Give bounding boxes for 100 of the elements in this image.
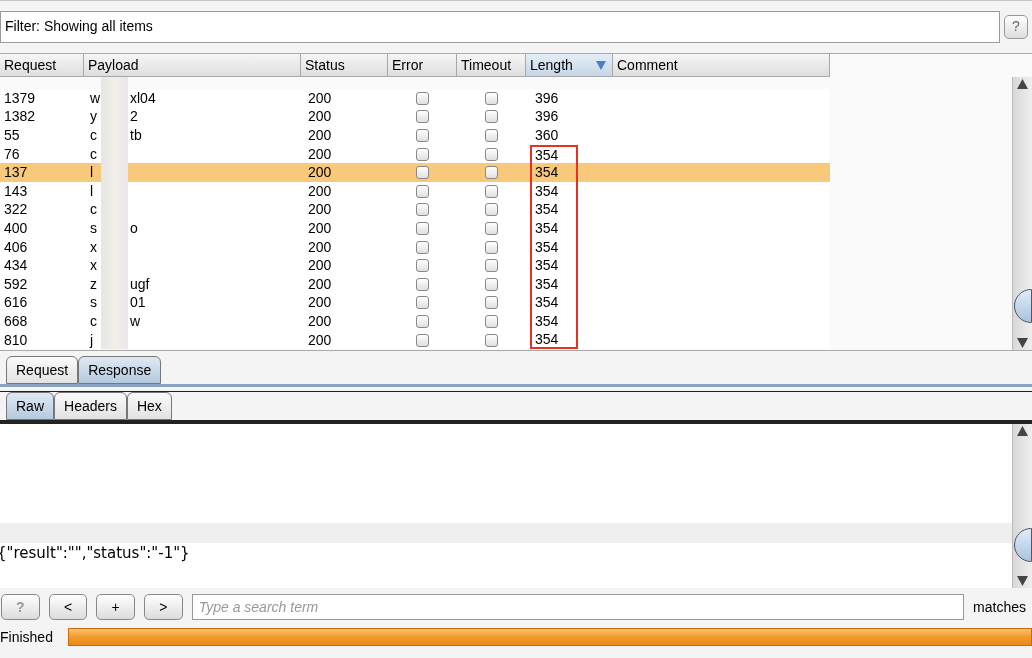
table-cell-text: 143	[4, 181, 28, 201]
checkbox[interactable]	[485, 147, 498, 161]
table-cell-text: 137	[4, 163, 28, 183]
table-cell-text: 200	[308, 293, 332, 313]
table-cell-text: 200	[308, 107, 332, 127]
column-header[interactable]: Length	[526, 54, 613, 77]
table-cell-text: 354	[535, 218, 559, 238]
table-cell-text: s	[90, 218, 97, 238]
table-cell-text: 200	[308, 330, 332, 349]
checkbox[interactable]	[416, 240, 429, 254]
column-header[interactable]: Timeout	[457, 54, 526, 77]
table-cell-text: s	[90, 293, 97, 313]
table-cell-text: c	[90, 126, 97, 145]
table-cell-text: 434	[4, 256, 28, 276]
scroll-thumb[interactable]	[1014, 289, 1032, 323]
table-cell-text: 354	[535, 181, 559, 201]
table-row[interactable]: 400 s o 200 354	[0, 219, 830, 238]
scroll-down-icon[interactable]	[1017, 576, 1028, 586]
checkbox[interactable]	[416, 184, 429, 198]
tab[interactable]: Raw	[6, 392, 54, 420]
table-cell-text: x	[90, 237, 97, 257]
checkbox[interactable]	[485, 240, 498, 254]
checkbox[interactable]	[485, 184, 498, 198]
column-header[interactable]: Error	[388, 54, 457, 77]
table-cell-text: 1382	[4, 107, 36, 127]
scrollbar[interactable]	[1012, 77, 1032, 350]
scroll-down-icon[interactable]	[1017, 338, 1028, 348]
table-cell-text: l	[90, 163, 94, 183]
checkbox[interactable]	[485, 333, 498, 347]
table-cell-text: 200	[308, 163, 332, 183]
table-cell-text: 616	[4, 293, 28, 313]
checkbox[interactable]	[416, 259, 429, 273]
toolbar-button[interactable]: >	[144, 594, 183, 620]
checkbox[interactable]	[485, 221, 498, 235]
table-cell-text: 55	[4, 126, 20, 145]
table-cell-text: 2	[130, 107, 138, 127]
table-cell-text: c	[90, 200, 97, 220]
checkbox[interactable]	[416, 110, 429, 124]
checkbox[interactable]	[416, 91, 429, 105]
checkbox[interactable]	[416, 166, 429, 180]
table-row[interactable]: 55 c tb 200 360	[0, 126, 830, 145]
tab[interactable]: Response	[78, 356, 162, 384]
checkbox[interactable]	[485, 110, 498, 124]
search-field[interactable]: Type a search term	[191, 594, 965, 620]
table-cell-text: 1379	[4, 88, 36, 108]
checkbox[interactable]	[416, 203, 429, 217]
column-header[interactable]: Status	[301, 54, 388, 77]
table-cell-text: 200	[308, 237, 332, 257]
scroll-up-icon[interactable]	[1017, 426, 1028, 436]
column-header[interactable]: Comment	[613, 54, 830, 77]
tab[interactable]: Request	[6, 356, 79, 384]
table-row[interactable]: 137 l 200 354	[0, 163, 830, 182]
table-cell-text: 200	[308, 218, 332, 238]
tab[interactable]: Hex	[126, 392, 172, 420]
checkbox[interactable]	[485, 259, 498, 273]
table-cell-text: 200	[308, 88, 332, 108]
table-cell-text: c	[90, 144, 97, 164]
table-cell-text: 354	[535, 256, 559, 276]
table-cell-text: 396	[535, 88, 559, 108]
checkbox[interactable]	[485, 166, 498, 180]
scroll-thumb[interactable]	[1014, 528, 1032, 562]
table-cell-text: 200	[308, 144, 332, 164]
checkbox[interactable]	[416, 147, 429, 161]
checkbox[interactable]	[485, 129, 498, 142]
checkbox[interactable]	[485, 277, 498, 291]
column-header[interactable]: Payload	[84, 54, 301, 77]
checkbox[interactable]	[416, 277, 429, 291]
checkbox[interactable]	[485, 314, 498, 328]
table-row[interactable]: 434 x 200 354	[0, 256, 830, 275]
table-cell-text: 668	[4, 311, 28, 331]
checkbox[interactable]	[416, 333, 429, 347]
toolbar-button[interactable]: <	[48, 594, 88, 620]
match-count: matches	[973, 597, 1026, 617]
toolbar-button[interactable]: +	[96, 594, 135, 620]
table-cell-text: 400	[4, 218, 28, 238]
checkbox[interactable]	[416, 129, 429, 142]
tab[interactable]: Headers	[54, 392, 127, 420]
checkbox[interactable]	[416, 221, 429, 235]
table-cell-text: w	[130, 311, 141, 331]
checkbox[interactable]	[485, 91, 498, 105]
column-header[interactable]: Request	[0, 54, 84, 77]
checkbox[interactable]	[485, 203, 498, 217]
table-cell-text: 200	[308, 311, 332, 331]
table-cell-text: 354	[535, 145, 559, 165]
table-cell-text: c	[90, 311, 97, 331]
help-button[interactable]: ?	[1004, 14, 1028, 39]
scrollbar[interactable]	[1012, 424, 1032, 588]
scroll-up-icon[interactable]	[1017, 79, 1028, 89]
checkbox[interactable]	[416, 314, 429, 328]
checkbox[interactable]	[485, 296, 498, 310]
table-cell-text: 354	[535, 200, 559, 220]
filter-bar[interactable]: Filter: Showing all items	[0, 10, 1000, 43]
table-cell-text: 406	[4, 237, 28, 257]
table-cell-text: 200	[308, 126, 332, 145]
table-cell-text: z	[90, 274, 97, 294]
table-cell-text: o	[130, 218, 138, 238]
checkbox[interactable]	[416, 296, 429, 310]
table-row[interactable]: 668 c w 200 354	[0, 312, 830, 331]
table-row[interactable]: 1379 w xl04 200 396	[0, 89, 830, 108]
table-cell-text: 354	[535, 237, 559, 257]
